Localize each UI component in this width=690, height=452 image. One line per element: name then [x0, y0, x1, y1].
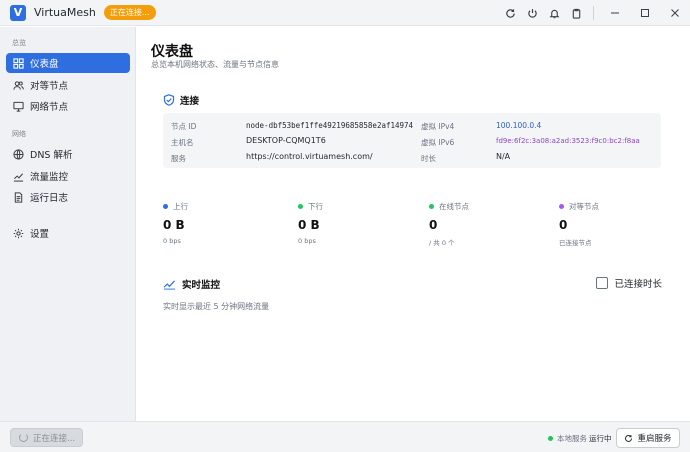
chart-line-icon: [13, 172, 24, 182]
local-service-label: 本地服务: [557, 434, 587, 443]
dashboard-icon: [13, 57, 24, 69]
stat-peers: 对等节点 0 已连接节点: [559, 201, 599, 247]
node-id-label: 节点 ID: [171, 122, 197, 131]
service-label: 服务: [171, 154, 186, 163]
refresh-icon: [625, 434, 633, 442]
stat-label: 对等节点: [569, 202, 599, 211]
stat-download: 下行 0 B 0 bps: [298, 201, 323, 245]
peers-dot-icon: [559, 204, 564, 209]
stat-value: 0 B: [298, 218, 320, 232]
titlebar-divider: [593, 6, 594, 20]
sidebar-item-label: 网络节点: [30, 102, 69, 113]
sidebar-section-network: 网络: [12, 130, 26, 138]
sidebar-item-peers[interactable]: 对等节点: [6, 75, 130, 95]
close-button[interactable]: [660, 0, 690, 26]
connection-heading: 连接: [163, 93, 199, 107]
refresh-icon[interactable]: [499, 0, 521, 26]
sidebar-item-label: 流量监控: [30, 172, 69, 183]
log-icon: [14, 191, 23, 203]
sidebar: 总览 仪表盘 对等节点 网络节点 网络 DNS 解析 流量监控 运行日志 设置: [0, 27, 136, 421]
page-subtitle: 总览本机网络状态、流量与节点信息: [151, 60, 279, 69]
stat-sub: 0 bps: [163, 237, 181, 245]
hostname-value: DESKTOP-CQMQ1T6: [246, 136, 326, 145]
sidebar-item-dns[interactable]: DNS 解析: [6, 144, 130, 164]
monitor-description: 实时显示最近 5 分钟网络流量: [163, 302, 270, 311]
sidebar-item-label: 对等节点: [30, 81, 69, 92]
stat-label: 上行: [173, 202, 188, 211]
connection-info-panel: 节点 ID node-dbf53bef1ffe49219685858e2af14…: [163, 113, 661, 168]
connection-heading-label: 连接: [180, 96, 200, 107]
monitor-heading-label: 实时监控: [182, 280, 221, 291]
sidebar-item-logs[interactable]: 运行日志: [6, 187, 130, 207]
page-title: 仪表盘: [151, 44, 193, 60]
ipv4-value[interactable]: 100.100.0.4: [496, 121, 541, 130]
node-id-value: node-dbf53bef1ffe49219685858e2af14974: [246, 121, 414, 130]
title-bar: V VirtuaMesh 正在连接...: [0, 0, 690, 26]
app-title: VirtuaMesh: [34, 6, 96, 19]
globe-icon: [13, 148, 24, 160]
sidebar-section-overview: 总览: [12, 39, 26, 47]
maximize-button[interactable]: [630, 0, 660, 26]
stat-value: 0: [429, 218, 438, 232]
upload-dot-icon: [163, 204, 168, 209]
shield-check-icon: [163, 94, 175, 106]
monitor-heading: 实时监控: [163, 277, 220, 291]
ipv4-label: 虚拟 IPv4: [421, 122, 455, 131]
clipboard-icon[interactable]: [565, 0, 587, 26]
connecting-status-badge: 正在连接...: [103, 5, 156, 20]
spinner-icon: [19, 433, 28, 442]
sidebar-item-label: 仪表盘: [30, 59, 59, 70]
trend-icon: [163, 279, 175, 290]
stat-online-nodes: 在线节点 0 / 共 0 个: [429, 201, 469, 247]
stat-sub: 已连接节点: [559, 239, 592, 247]
local-service-status: 本地服务: [548, 433, 587, 444]
duration-label: 时长: [421, 154, 436, 163]
stat-value: 0 B: [163, 218, 185, 232]
sidebar-item-label: 运行日志: [30, 193, 69, 204]
sidebar-item-dashboard[interactable]: 仪表盘: [6, 53, 130, 73]
ipv6-value[interactable]: fd9e:6f2c:3a08:a2ad:3523:f9c0:bc2:f8aa: [496, 137, 640, 145]
connecting-button[interactable]: 正在连接...: [10, 428, 83, 447]
connecting-button-label: 正在连接...: [33, 433, 76, 444]
stat-sub: 0 bps: [298, 237, 316, 245]
online-dot-icon: [429, 204, 434, 209]
stat-value: 0: [559, 218, 568, 232]
power-icon[interactable]: [521, 0, 543, 26]
stat-sub: / 共 0 个: [429, 239, 455, 247]
duration-value: N/A: [496, 152, 511, 161]
bell-icon[interactable]: [543, 0, 565, 26]
status-dot-icon: [548, 436, 553, 441]
hostname-label: 主机名: [171, 138, 194, 147]
running-status-text: 运行中: [589, 434, 612, 443]
gear-icon: [13, 228, 24, 238]
sidebar-item-settings[interactable]: 设置: [6, 223, 130, 243]
sidebar-item-label: DNS 解析: [30, 150, 73, 161]
sidebar-item-network-nodes[interactable]: 网络节点: [6, 96, 130, 116]
app-logo: V: [10, 4, 26, 21]
download-dot-icon: [298, 204, 303, 209]
sidebar-item-traffic[interactable]: 流量监控: [6, 166, 130, 186]
users-icon: [13, 80, 24, 90]
restart-service-label: 重启服务: [637, 434, 672, 444]
stat-label: 下行: [308, 202, 323, 211]
stat-label: 在线节点: [439, 202, 469, 211]
restart-service-button[interactable]: 重启服务: [616, 428, 680, 448]
connected-duration-label: 已连接时长: [614, 279, 662, 290]
minimize-button[interactable]: [600, 0, 630, 26]
stat-upload: 上行 0 B 0 bps: [163, 201, 188, 245]
connected-duration-toggle[interactable]: 已连接时长: [596, 276, 662, 290]
sidebar-item-label: 设置: [30, 229, 50, 240]
status-footer: 正在连接... 本地服务 运行中 重启服务: [0, 421, 690, 452]
connected-duration-checkbox[interactable]: [596, 277, 609, 289]
service-url-value: https://control.virtuamesh.com/: [246, 152, 373, 161]
main-content: 仪表盘 总览本机网络状态、流量与节点信息 连接 节点 ID node-dbf53…: [137, 27, 690, 421]
monitor-icon: [13, 101, 24, 112]
ipv6-label: 虚拟 IPv6: [421, 138, 455, 147]
